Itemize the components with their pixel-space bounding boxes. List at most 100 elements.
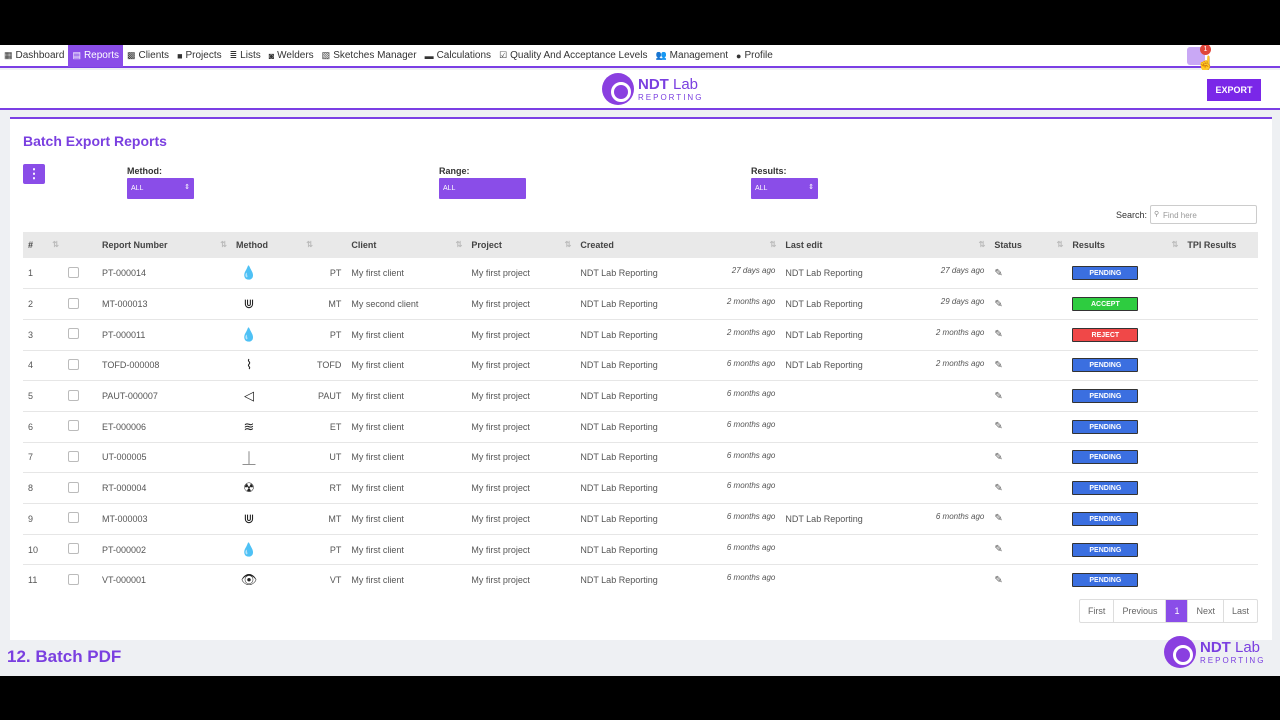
report-number[interactable]: MT-000003	[97, 503, 231, 535]
more-options-button[interactable]: ⋮	[23, 164, 45, 184]
result-badge[interactable]: REJECT	[1072, 327, 1139, 342]
tpi-result	[1182, 288, 1258, 320]
nav-item-dashboard[interactable]: ▦ Dashboard	[0, 45, 68, 67]
edit-pencil-icon[interactable]: ✎	[994, 391, 1002, 402]
created-time: 6 months ago	[685, 349, 781, 381]
table-row[interactable]: 9 MT-000003 ⋓ MT My first client My first pro…	[23, 503, 1258, 535]
last-edit-by	[780, 564, 891, 596]
col-results[interactable]: Results ⇅	[1067, 232, 1183, 258]
pagination-first[interactable]: First	[1080, 600, 1114, 622]
row-checkbox[interactable]	[68, 358, 79, 370]
client-name: My first client	[346, 472, 467, 504]
app-logo[interactable]: NDT Lab REPORTING	[602, 73, 703, 105]
select-arrows-icon: ⇕	[184, 184, 190, 191]
row-checkbox[interactable]	[68, 297, 79, 309]
report-number[interactable]: PT-000002	[97, 533, 231, 565]
table-row[interactable]: 5 PAUT-000007 ◁ PAUT My first client My first…	[23, 380, 1258, 412]
edit-pencil-icon[interactable]: ✎	[994, 483, 1002, 494]
col-client[interactable]: Client ⇅	[346, 232, 467, 258]
report-number[interactable]: VT-000001	[97, 564, 231, 596]
col-last-edit[interactable]: Last edit	[780, 232, 891, 258]
pagination-current-page[interactable]: 1	[1165, 600, 1188, 622]
edit-pencil-icon[interactable]: ✎	[994, 421, 1002, 432]
table-row[interactable]: 10 PT-000002 💧 PT My first client My first pr…	[23, 533, 1258, 565]
created-time: 6 months ago	[685, 472, 781, 504]
result-badge[interactable]: PENDING	[1072, 542, 1139, 557]
col-status[interactable]: Status ⇅	[989, 232, 1068, 258]
nav-item-label: Projects	[185, 50, 222, 61]
created-time: 2 months ago	[685, 288, 781, 320]
result-badge[interactable]: PENDING	[1072, 573, 1139, 588]
row-checkbox[interactable]	[68, 481, 79, 493]
table-row[interactable]: 4 TOFD-000008 ⌇ TOFD My first client My first…	[23, 349, 1258, 381]
result-badge[interactable]: PENDING	[1072, 358, 1139, 373]
pagination-previous[interactable]: Previous	[1113, 600, 1165, 622]
col-method[interactable]: Method ⇅	[231, 232, 317, 258]
col-project[interactable]: Project ⇅	[466, 232, 576, 258]
logo-subtitle: REPORTING	[638, 92, 704, 102]
result-badge[interactable]: PENDING	[1072, 450, 1139, 465]
droplet-icon: 💧	[240, 326, 258, 342]
edit-pencil-icon[interactable]: ✎	[994, 329, 1002, 340]
table-row[interactable]: 6 ET-000006 ≋ ET My first client My first pro…	[23, 410, 1258, 443]
report-number[interactable]: PT-000011	[97, 318, 231, 351]
col-report-number[interactable]: Report Number ⇅	[97, 232, 231, 258]
report-number[interactable]: UT-000005	[97, 441, 231, 473]
pagination-next[interactable]: Next	[1187, 600, 1223, 622]
report-number[interactable]: RT-000004	[97, 472, 231, 504]
row-checkbox[interactable]	[68, 266, 79, 278]
edit-pencil-icon[interactable]: ✎	[994, 575, 1002, 586]
col-number[interactable]: # ⇅	[23, 232, 63, 258]
nav-item-welders[interactable]: ◙ Welders	[265, 45, 318, 67]
nav-item-lists[interactable]: ≣ Lists	[226, 45, 265, 67]
row-checkbox[interactable]	[68, 450, 79, 462]
row-checkbox[interactable]	[68, 543, 79, 555]
nav-item-sketches-manager[interactable]: ▧ Sketches Manager	[318, 45, 421, 67]
report-number[interactable]: MT-000013	[97, 288, 231, 320]
result-badge[interactable]: PENDING	[1072, 266, 1139, 281]
page-title: Batch Export Reports	[23, 133, 167, 149]
nav-item-clients[interactable]: ▩ Clients	[123, 45, 173, 67]
search-input[interactable]: ⚲ Find here	[1150, 205, 1257, 224]
table-row[interactable]: 1 PT-000014 💧 PT My first client My first pro…	[23, 258, 1258, 289]
edit-pencil-icon[interactable]: ✎	[994, 360, 1002, 371]
report-number[interactable]: TOFD-000008	[97, 349, 231, 381]
table-row[interactable]: 8 RT-000004 ☢ RT My first client My first pro…	[23, 472, 1258, 504]
pagination-last[interactable]: Last	[1222, 600, 1257, 622]
table-row[interactable]: 7 UT-000005 ⏊ UT My first client My first pro…	[23, 441, 1258, 473]
table-row[interactable]: 11 VT-000001 👁 VT My first client My first pr…	[23, 564, 1258, 596]
edit-pencil-icon[interactable]: ✎	[994, 299, 1002, 310]
export-button[interactable]: EXPORT	[1207, 79, 1261, 101]
nav-item-projects[interactable]: ■ Projects	[173, 45, 226, 67]
result-badge[interactable]: PENDING	[1072, 481, 1139, 496]
nav-item-management[interactable]: 👥 Management	[651, 45, 732, 67]
row-checkbox[interactable]	[68, 328, 79, 340]
nav-item-profile[interactable]: ● Profile	[732, 45, 777, 67]
report-number[interactable]: PAUT-000007	[97, 380, 231, 412]
table-row[interactable]: 3 PT-000011 💧 PT My first client My first pro…	[23, 318, 1258, 351]
col-tpi-results[interactable]: TPI Results	[1182, 232, 1258, 258]
method-filter-select[interactable]: ALL ⇕	[127, 178, 194, 199]
row-checkbox[interactable]	[68, 512, 79, 524]
table-row[interactable]: 2 MT-000013 ⋓ MT My second client My first pr…	[23, 288, 1258, 320]
report-number[interactable]: PT-000014	[97, 258, 231, 289]
result-badge[interactable]: PENDING	[1072, 419, 1139, 434]
row-checkbox[interactable]	[68, 389, 79, 401]
edit-pencil-icon[interactable]: ✎	[994, 544, 1002, 555]
edit-pencil-icon[interactable]: ✎	[994, 452, 1002, 463]
result-badge[interactable]: PENDING	[1072, 389, 1139, 404]
result-badge[interactable]: PENDING	[1072, 511, 1139, 526]
row-checkbox[interactable]	[68, 573, 79, 585]
row-checkbox[interactable]	[68, 420, 79, 432]
range-filter-input[interactable]: ALL	[439, 178, 526, 199]
results-filter-select[interactable]: ALL ⇕	[751, 178, 818, 199]
nav-item-calculations[interactable]: ▬ Calculations	[421, 45, 495, 67]
nav-item-reports[interactable]: ▤ Reports	[68, 45, 123, 67]
search-label: Search:	[1116, 210, 1148, 220]
edit-pencil-icon[interactable]: ✎	[994, 513, 1002, 524]
edit-pencil-icon[interactable]: ✎	[994, 268, 1002, 279]
nav-item-quality-and-acceptance-levels[interactable]: ☑ Quality And Acceptance Levels	[495, 45, 651, 67]
col-created[interactable]: Created	[575, 232, 686, 258]
report-number[interactable]: ET-000006	[97, 410, 231, 443]
result-badge[interactable]: ACCEPT	[1072, 297, 1139, 312]
